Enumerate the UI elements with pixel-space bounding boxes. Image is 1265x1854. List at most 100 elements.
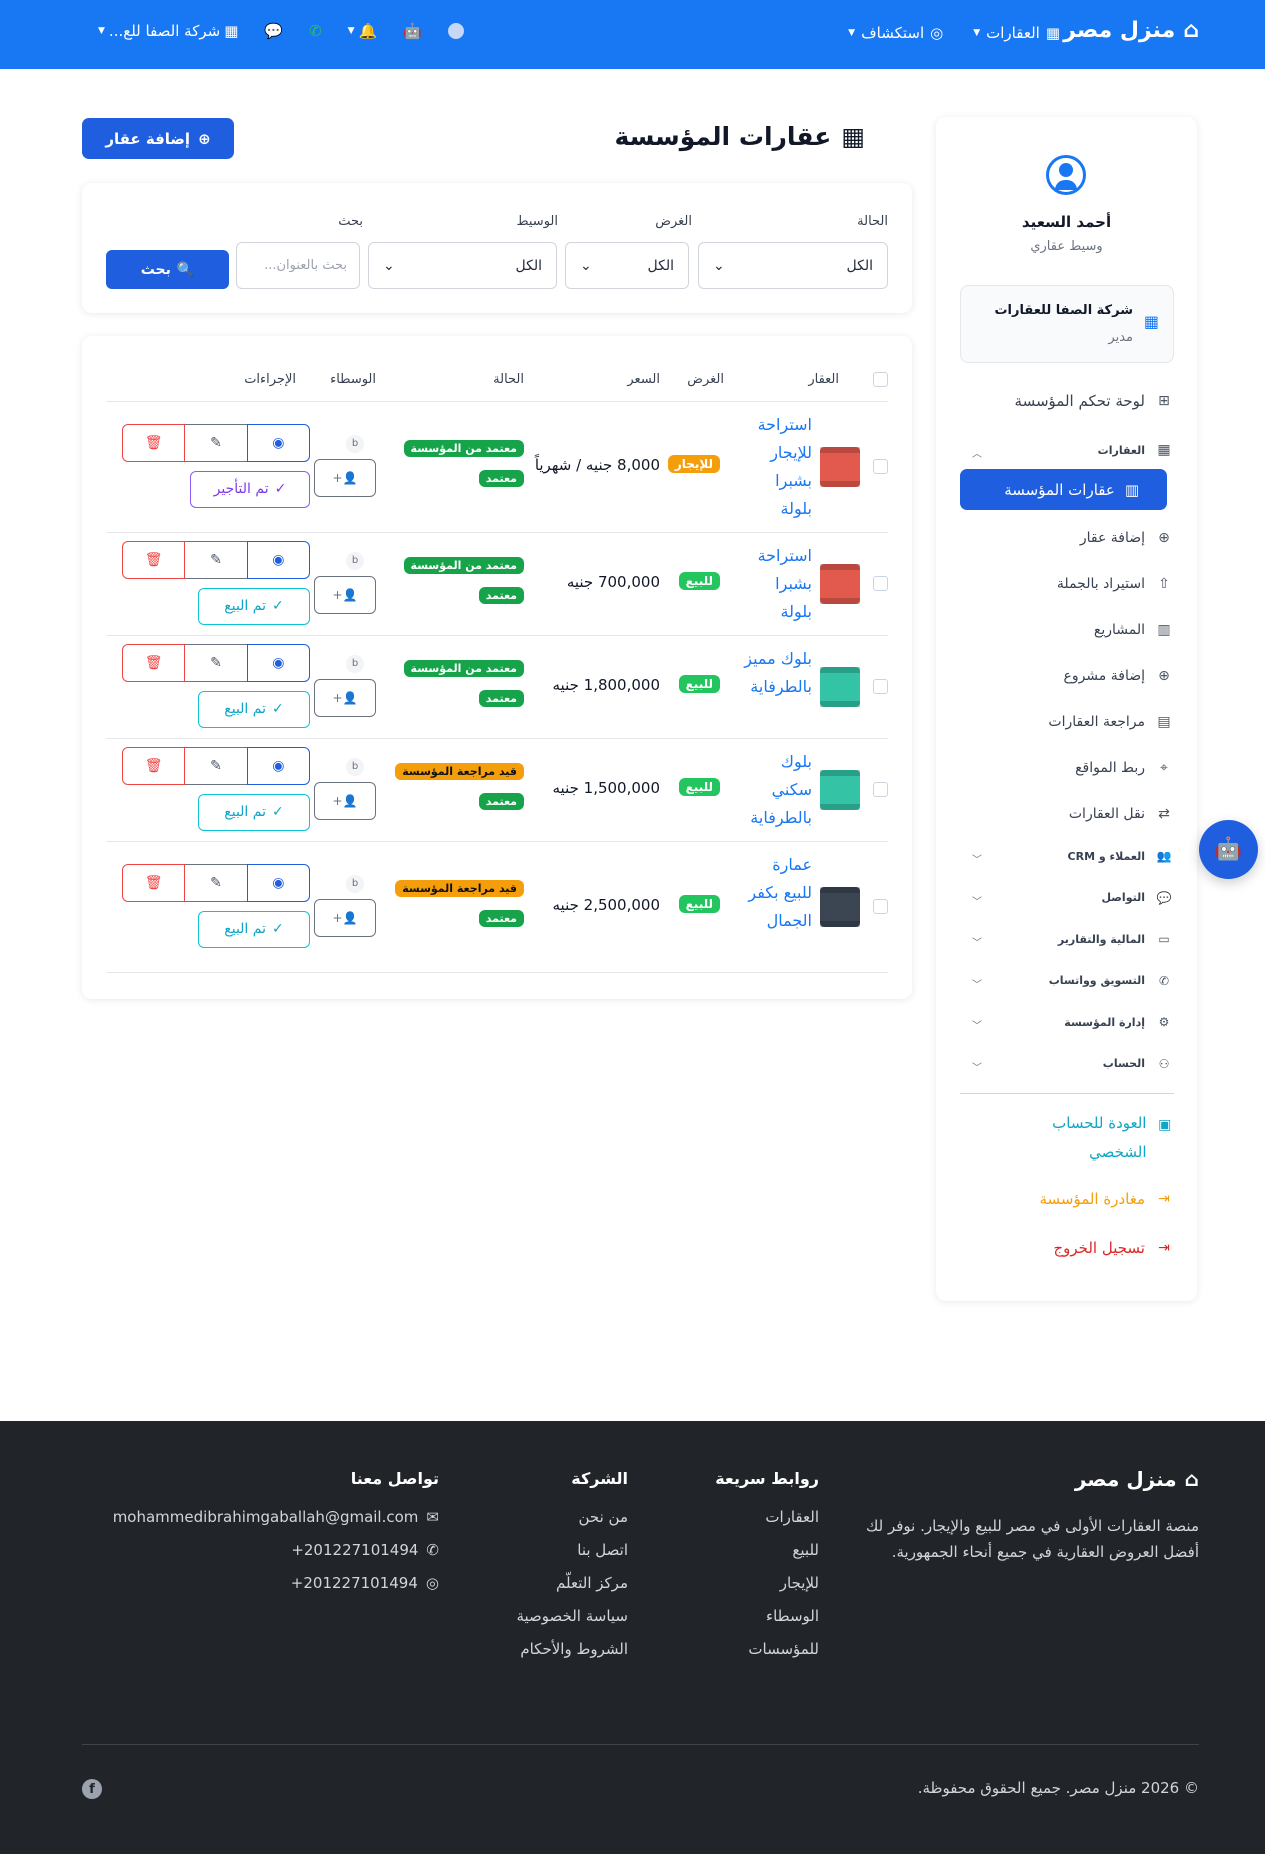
footer-link[interactable]: الشروط والأحكام [516,1640,628,1658]
nav-item-properties[interactable]: ▦ العقارات ▼ [973,24,1060,42]
leave-org-link[interactable]: ⇥ مغادرة المؤسسة [1039,1190,1173,1208]
purpose-filter-select[interactable]: الكل ⌄ [565,242,689,289]
property-thumbnail[interactable] [820,446,860,487]
whatsapp-icon[interactable]: ✆ [309,22,322,40]
row-checkbox[interactable] [873,678,888,694]
facebook-icon[interactable]: f [82,1779,102,1799]
sidebar-group[interactable]: ⚇ الحساب [1103,1057,1173,1071]
assign-broker-button[interactable]: 👤+ [314,575,376,614]
row-checkbox[interactable] [873,575,888,591]
chevron-down-icon[interactable]: ﹀ [972,934,982,949]
delete-button[interactable]: 🗑 [122,863,186,902]
sidebar-item-dashboard[interactable]: ⊞ لوحة تحكم المؤسسة [1015,392,1173,410]
mark-done-button[interactable]: ✓ تم البيع [198,793,310,831]
assign-broker-button[interactable]: 👤+ [314,458,376,497]
mark-done-button[interactable]: ✓ تم التأجير [190,470,310,508]
org-switcher[interactable]: ▼ شركة الصفا للع... ▦ [98,22,238,40]
assign-broker-button[interactable]: 👤+ [314,781,376,820]
edit-button[interactable]: ✎ [185,540,247,579]
sidebar-item[interactable]: ▥ المشاريع [1094,622,1173,638]
contact-email[interactable]: ✉ mohammedibrahimgaballah@gmail.com [113,1508,439,1526]
footer-link[interactable]: الوسطاء [715,1607,819,1625]
sidebar-item[interactable]: ⇄ نقل العقارات [1069,806,1173,822]
view-button[interactable]: ◉ [246,746,310,785]
mark-done-button[interactable]: ✓ تم البيع [198,587,310,625]
footer-link[interactable]: العقارات [715,1508,819,1526]
property-name-link[interactable]: استراحة للإيجار بشبرا بلولة [740,411,812,523]
chevron-down-icon[interactable]: ﹀ [972,976,982,991]
brand-logo[interactable]: ⌂ منزل مصر [1063,18,1199,43]
row-checkbox[interactable] [873,898,888,914]
delete-button[interactable]: 🗑 [122,540,186,579]
footer-link[interactable]: اتصل بنا [516,1541,628,1559]
sidebar-group[interactable]: ✆ التسويق وواتساب [1049,974,1173,988]
search-input[interactable]: بحث بالعنوان... [236,242,360,289]
chatbot-button[interactable]: 🤖 [1199,820,1258,879]
chevron-down-icon[interactable]: ﹀ [972,1017,982,1032]
property-name-link[interactable]: بلوك مميز بالطرفاية [740,645,812,701]
select-all-checkbox[interactable] [873,372,888,387]
chevron-down-icon[interactable]: ﹀ [972,1059,982,1074]
row-checkbox[interactable] [873,781,888,797]
notifications-button[interactable]: ▼ 🔔 [348,22,378,40]
property-thumbnail[interactable] [820,769,860,810]
sidebar-item[interactable]: ▤ مراجعة العقارات [1048,714,1173,730]
nav-item-explore[interactable]: ◎ استكشاف ▼ [848,24,943,42]
view-button[interactable]: ◉ [246,863,310,902]
edit-button[interactable]: ✎ [185,423,247,462]
footer-link[interactable]: من نحن [516,1508,629,1526]
property-name-link[interactable]: بلوك سكني بالطرفاية [740,748,812,832]
assign-broker-button[interactable]: 👤+ [314,898,376,937]
delete-button[interactable]: 🗑 [122,643,186,682]
footer-link[interactable]: للمؤسسات [715,1640,819,1658]
footer-brand[interactable]: ⌂ منزل مصر [1075,1467,1199,1491]
property-thumbnail[interactable] [820,886,860,927]
assign-broker-button[interactable]: 👤+ [314,678,376,717]
edit-button[interactable]: ✎ [185,863,247,902]
back-to-personal-link[interactable]: ▣ العودة للحساب الشخصي [1003,1109,1173,1167]
contact-phone[interactable]: ✆ 201227101494+ [113,1541,439,1559]
chevron-down-icon[interactable]: ﹀ [972,851,982,866]
footer-link[interactable]: للبيع [715,1541,819,1559]
property-thumbnail[interactable] [820,563,860,604]
mark-done-button[interactable]: ✓ تم البيع [198,690,310,728]
property-name-link[interactable]: استراحة بشبرا بلولة [740,542,812,626]
property-name-link[interactable]: عمارة للبيع بكفر الجمال [740,851,812,935]
sidebar-item[interactable]: ⊕ إضافة عقار [1080,530,1173,546]
delete-button[interactable]: 🗑 [122,423,186,462]
edit-button[interactable]: ✎ [185,643,247,682]
add-property-button[interactable]: ⊕ إضافة عقار [82,118,234,159]
footer-link[interactable]: مركز التعلّم [516,1574,628,1592]
view-button[interactable]: ◉ [246,540,310,579]
view-button[interactable]: ◉ [246,423,310,462]
edit-button[interactable]: ✎ [185,746,247,785]
property-thumbnail[interactable] [820,666,860,707]
delete-button[interactable]: 🗑 [122,746,186,785]
sidebar-group-properties[interactable]: ▦ العقارات [1098,442,1173,458]
chevron-up-icon[interactable]: ︿ [972,445,982,460]
sidebar-item-org-properties[interactable]: ▥ عقارات المؤسسة [960,469,1167,510]
org-card[interactable]: ▦ شركة الصفا للعقارات مدير [960,285,1174,363]
company-title: الشركة [571,1469,628,1488]
footer-link[interactable]: سياسة الخصوصية [516,1607,628,1625]
chevron-down-icon[interactable]: ﹀ [972,893,982,908]
footer-link[interactable]: للإيجار [715,1574,819,1592]
row-checkbox[interactable] [873,458,888,474]
view-button[interactable]: ◉ [246,643,310,682]
user-avatar-icon[interactable] [447,23,464,39]
logout-link[interactable]: ⇥ تسجيل الخروج [1053,1239,1173,1257]
sidebar-group[interactable]: 💬 التواصل [1101,891,1173,905]
chat-icon[interactable]: 💬 [264,22,283,40]
status-filter-select[interactable]: الكل ⌄ [698,242,888,289]
sidebar-item[interactable]: ⇧ استيراد بالجملة [1057,576,1173,592]
robot-icon[interactable]: 🤖 [403,22,422,40]
sidebar-group[interactable]: ▭ المالية والتقارير [1058,932,1173,946]
broker-filter-select[interactable]: الكل ⌄ [368,242,557,289]
mark-done-button[interactable]: ✓ تم البيع [198,910,310,948]
sidebar-item[interactable]: ⌖ ربط المواقع [1075,760,1173,776]
contact-whatsapp[interactable]: ◎ 201227101494+ [113,1574,439,1592]
sidebar-item[interactable]: ⊕ إضافة مشروع [1063,668,1173,684]
search-button[interactable]: 🔍 بحث [106,250,229,289]
sidebar-group[interactable]: 👥 العملاء و CRM [1068,849,1173,863]
sidebar-group[interactable]: ⚙ إدارة المؤسسة [1064,1015,1173,1029]
